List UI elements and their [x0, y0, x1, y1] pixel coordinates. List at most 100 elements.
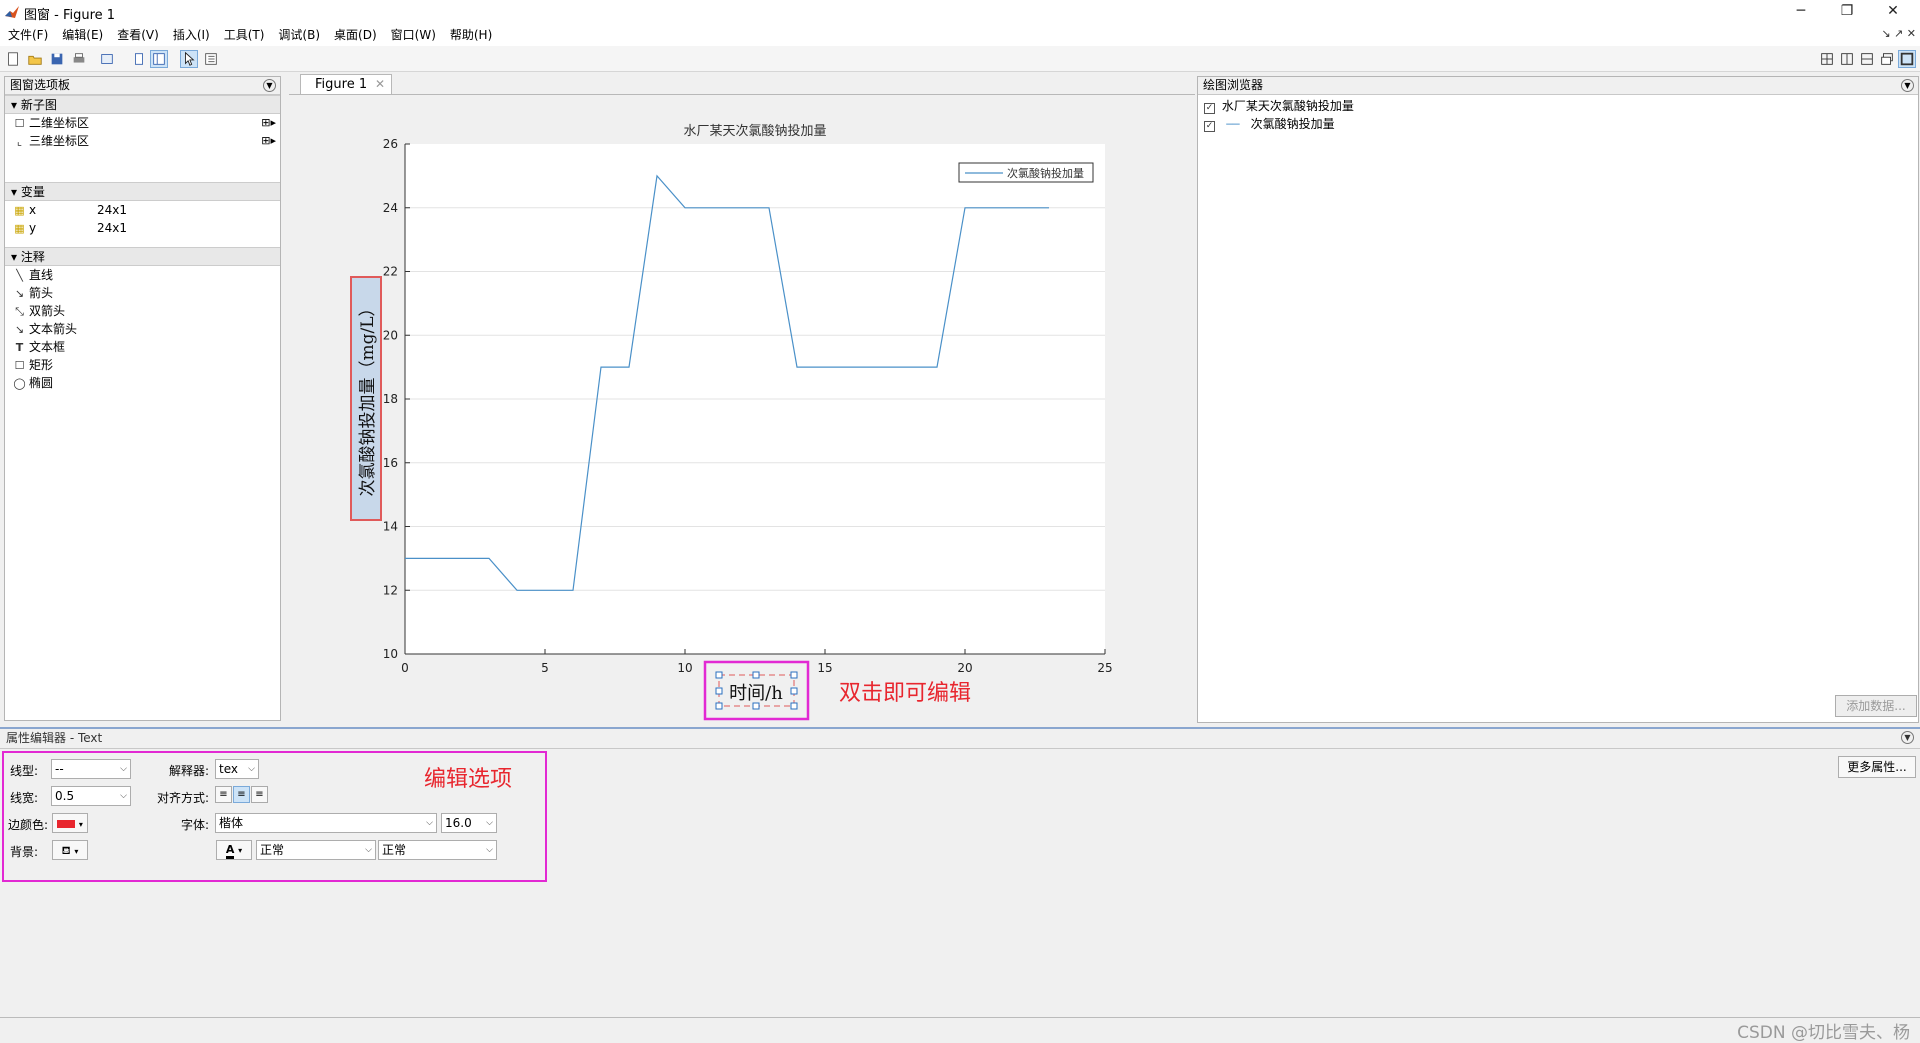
line-width-select[interactable]: 0.5 ⌵ — [51, 786, 131, 806]
double-click-hint: 双击即可编辑 — [839, 681, 971, 706]
menu-item[interactable]: 查看(V) — [110, 24, 166, 46]
legend[interactable]: 次氯酸钠投加量 — [958, 162, 1094, 183]
list-item-double-arrow[interactable]: ⤡ 双箭头 — [5, 302, 280, 320]
window-title: 图窗 - Figure 1 — [24, 8, 116, 23]
hide-tools-icon[interactable] — [130, 50, 148, 68]
plot-browser-title: 绘图浏览器 — [1203, 78, 1264, 92]
grid-dropdown-icon[interactable]: ⊞▸ — [261, 114, 276, 132]
maximize-icon[interactable] — [1898, 50, 1916, 68]
edge-color-button[interactable]: ▾ — [52, 813, 88, 833]
item-label: 双箭头 — [29, 304, 66, 318]
list-item-var-y[interactable]: ▦ y 24x1 — [5, 219, 280, 237]
line-style-select[interactable]: -- ⌵ — [51, 759, 131, 779]
3d-axes-icon: ⌞ — [16, 135, 23, 148]
list-item-3d-axes[interactable]: ⌞ 三维坐标区 ⊞▸ — [5, 132, 280, 150]
list-item-line[interactable]: ╲ 直线 — [5, 266, 280, 284]
font-angle-select[interactable]: 正常 ⌵ — [378, 840, 497, 860]
tab-close-icon[interactable]: ✕ — [375, 75, 385, 94]
link-plot-icon[interactable] — [98, 50, 116, 68]
open-file-icon[interactable] — [26, 50, 44, 68]
menu-item[interactable]: 窗口(W) — [384, 24, 443, 46]
item-label: 文本箭头 — [29, 322, 78, 336]
list-item-rectangle[interactable]: ☐ 矩形 — [5, 356, 280, 374]
matlab-logo-icon — [5, 6, 19, 18]
y-axis-label[interactable]: 次氯酸钠投加量（mg/L） — [358, 299, 378, 496]
font-weight-select[interactable]: 正常 ⌵ — [256, 840, 376, 860]
font-size-select[interactable]: 16.0 ⌵ — [441, 813, 497, 833]
property-inspector-icon[interactable] — [202, 50, 220, 68]
select-value: 正常 — [260, 843, 285, 857]
line-chart[interactable]: 10 12 14 16 18 20 22 24 26 0 5 10 15 20 25 水厂某天次氯酸钠投加量… — [289, 95, 1195, 722]
alignment-buttons: ≡ ≡ ≡ — [215, 786, 270, 804]
menu-item[interactable]: 调试(B) — [271, 24, 327, 46]
browser-item-axes[interactable]: ✓ 水厂某天次氯酸钠投加量 — [1198, 97, 1918, 115]
variable-icon: ▦ — [14, 222, 25, 235]
checkbox-icon[interactable]: ✓ — [1204, 103, 1215, 114]
new-figure-icon[interactable] — [4, 50, 22, 68]
edit-pointer-icon[interactable] — [180, 50, 198, 68]
x-tick-label: 0 — [401, 661, 409, 675]
item-label: 直线 — [29, 268, 54, 282]
tab-figure-1[interactable]: Figure 1 ✕ — [300, 74, 392, 94]
save-icon[interactable] — [48, 50, 66, 68]
align-left-icon[interactable]: ≡ — [215, 786, 232, 803]
show-tools-icon[interactable] — [150, 50, 168, 68]
menu-item[interactable]: 编辑(E) — [55, 24, 110, 46]
x-axis-label[interactable]: 时间/h — [729, 683, 783, 704]
menu-item[interactable]: 文件(F) — [1, 24, 55, 46]
list-item-ellipse[interactable]: ◯ 椭圆 — [5, 374, 280, 392]
list-item-arrow[interactable]: ↘ 箭头 — [5, 284, 280, 302]
property-editor-menu-icon[interactable]: ▼ — [1901, 731, 1914, 744]
edge-color-label: 边颜色: — [8, 818, 49, 832]
plot-browser-menu-icon[interactable]: ▼ — [1901, 79, 1914, 92]
list-item-textbox[interactable]: T 文本框 — [5, 338, 280, 356]
align-right-icon[interactable]: ≡ — [251, 786, 268, 803]
align-center-icon[interactable]: ≡ — [233, 786, 250, 803]
tile-columns-icon[interactable] — [1838, 50, 1856, 68]
chevron-down-icon: ⌵ — [486, 845, 493, 855]
list-item-text-arrow[interactable]: ↘ 文本箭头 — [5, 320, 280, 338]
y-tick-label: 24 — [383, 201, 398, 215]
float-icon[interactable] — [1878, 50, 1896, 68]
tile-grid-icon[interactable] — [1818, 50, 1836, 68]
more-properties-button[interactable]: 更多属性... — [1838, 756, 1916, 778]
dock-controls[interactable]: ↘ ↗ ✕ — [1881, 27, 1916, 40]
rectangle-icon: ☐ — [14, 359, 25, 372]
font-color-icon: A — [225, 843, 235, 859]
print-icon[interactable] — [70, 50, 88, 68]
menu-item[interactable]: 帮助(H) — [443, 24, 499, 46]
item-label: 三维坐标区 — [29, 134, 90, 148]
item-label: 次氯酸钠投加量 — [1250, 117, 1335, 131]
paint-bucket-icon: ⛾ — [61, 844, 71, 857]
section-label: 注释 — [20, 250, 45, 264]
palette-menu-icon[interactable]: ▼ — [263, 79, 276, 92]
chevron-down-icon: ⌵ — [248, 764, 255, 774]
tab-label: Figure 1 — [315, 77, 368, 92]
menu-item[interactable]: 桌面(D) — [327, 24, 384, 46]
minimize-button[interactable]: ─ — [1778, 0, 1824, 24]
plot-browser: 绘图浏览器 ▼ ✓ 水厂某天次氯酸钠投加量 ✓ ── 次氯酸钠投加量 添加数据.… — [1197, 76, 1919, 723]
font-name-select[interactable]: 楷体 ⌵ — [215, 813, 437, 833]
tile-rows-icon[interactable] — [1858, 50, 1876, 68]
checkbox-icon[interactable]: ✓ — [1204, 121, 1215, 132]
chart-title[interactable]: 水厂某天次氯酸钠投加量 — [683, 123, 826, 139]
select-value: tex — [219, 762, 238, 776]
browser-item-series[interactable]: ✓ ── 次氯酸钠投加量 — [1198, 115, 1918, 133]
chevron-down-icon: ⌵ — [426, 818, 433, 828]
section-new-subplot[interactable]: ▾ 新子图 — [5, 95, 280, 114]
menu-item[interactable]: 插入(I) — [166, 24, 217, 46]
2d-axes-icon: ☐ — [14, 117, 25, 130]
menu-item[interactable]: 工具(T) — [217, 24, 272, 46]
y-tick-label: 22 — [383, 265, 398, 279]
list-item-2d-axes[interactable]: ☐ 二维坐标区 ⊞▸ — [5, 114, 280, 132]
grid-dropdown-icon[interactable]: ⊞▸ — [261, 132, 276, 150]
font-color-button[interactable]: A ▾ — [216, 840, 252, 860]
background-color-button[interactable]: ⛾ ▾ — [52, 840, 88, 860]
close-button[interactable]: ✕ — [1870, 0, 1916, 24]
interpreter-select[interactable]: tex ⌵ — [215, 759, 259, 779]
add-data-button[interactable]: 添加数据... — [1835, 695, 1917, 717]
section-annotations[interactable]: ▾ 注释 — [5, 247, 280, 266]
list-item-var-x[interactable]: ▦ x 24x1 — [5, 201, 280, 219]
section-variables[interactable]: ▾ 变量 — [5, 182, 280, 201]
restore-button[interactable]: ❐ — [1824, 0, 1870, 24]
